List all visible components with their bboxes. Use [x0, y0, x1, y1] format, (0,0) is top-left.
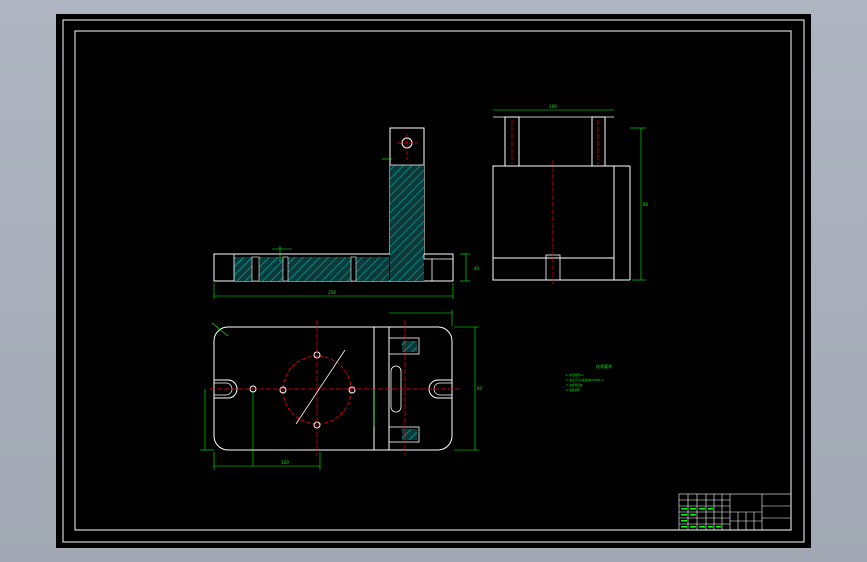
front-height-label: 40	[474, 266, 480, 271]
notes-heading: 技术要求	[596, 363, 612, 369]
drawing-canvas[interactable]: 250 40 80 100 120 60 技术要求 1. 未注倒角C1 2. 未…	[0, 0, 867, 562]
notes-line-2: 2. 未注尺寸公差按GB/T1804-m	[566, 378, 604, 382]
plan-hatch-top	[402, 341, 417, 352]
side-height-label: 80	[643, 202, 649, 207]
cad-viewport[interactable]: 250 40 80 100 120 60 技术要求 1. 未注倒角C1 2. 未…	[0, 0, 867, 562]
notes-line-1: 1. 未注倒角C1	[566, 373, 583, 377]
plan-depth-label: 60	[477, 386, 483, 391]
notes-line-3: 3. 去毛刺锐边	[566, 383, 583, 387]
front-length-label: 250	[328, 290, 336, 295]
plan-length-label: 120	[281, 460, 289, 465]
plan-hatch-bottom	[402, 429, 417, 440]
notes-line-4: 4. 调质处理	[566, 388, 580, 392]
side-width-label: 100	[549, 104, 557, 109]
